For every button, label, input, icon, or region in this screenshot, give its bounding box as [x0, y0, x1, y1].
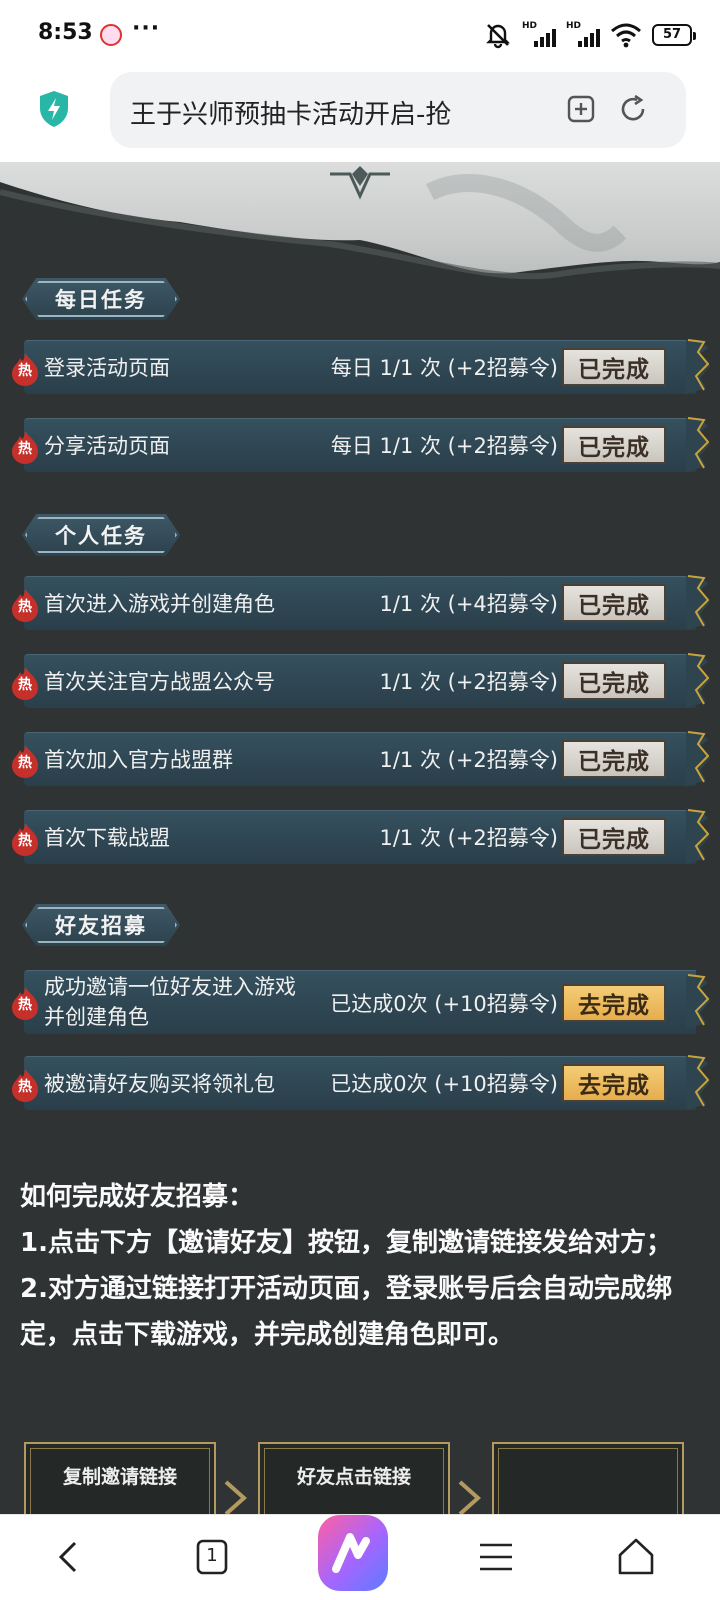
- emblem-ornament: [330, 166, 390, 200]
- task-completed-button[interactable]: 已完成: [562, 740, 666, 778]
- brush-tip-decoration: [686, 653, 710, 708]
- tabs-button[interactable]: 1: [190, 1535, 234, 1579]
- task-row: 热 登录活动页面 每日 1/1 次 (+2招募令) 已完成: [10, 338, 710, 396]
- task-row: 热 分享活动页面 每日 1/1 次 (+2招募令) 已完成: [10, 416, 710, 474]
- howto-title: 如何完成好友招募：: [20, 1182, 255, 1212]
- browser-toolbar: 王于兴师预抽卡活动开启-抢: [0, 70, 720, 162]
- task-progress: 1/1 次 (+4招募令): [379, 592, 559, 616]
- hot-badge-icon: 热: [10, 588, 40, 622]
- brush-tip-decoration: [686, 809, 710, 864]
- section-label-daily: 每日任务: [22, 278, 180, 320]
- task-completed-button[interactable]: 已完成: [562, 662, 666, 700]
- assistant-logo-icon: [332, 1533, 370, 1573]
- task-completed-button[interactable]: 已完成: [562, 348, 666, 386]
- hot-badge-icon: 热: [10, 352, 40, 386]
- brush-tip-decoration: [686, 339, 710, 394]
- back-icon[interactable]: [48, 1535, 92, 1579]
- reload-icon[interactable]: [618, 94, 648, 124]
- hot-badge-icon: 热: [10, 666, 40, 700]
- section-label-personal: 个人任务: [22, 514, 180, 556]
- signal-1-icon: HD: [522, 21, 556, 49]
- hot-badge-icon: 热: [10, 1068, 40, 1102]
- address-bar[interactable]: 王于兴师预抽卡活动开启-抢: [110, 72, 686, 148]
- go-complete-button[interactable]: 去完成: [562, 1064, 666, 1102]
- brush-tip-decoration: [686, 417, 710, 472]
- hot-badge-icon: 热: [10, 744, 40, 778]
- signal-2-icon: HD: [566, 21, 600, 49]
- menu-icon[interactable]: [474, 1535, 518, 1579]
- task-name: 首次进入游戏并创建角色: [44, 592, 275, 616]
- hot-badge-icon: 热: [10, 986, 40, 1020]
- task-progress: 1/1 次 (+2招募令): [379, 826, 559, 850]
- task-name: 被邀请好友购买将领礼包: [44, 1072, 275, 1096]
- ink-banner: [0, 162, 720, 302]
- hot-badge-icon: 热: [10, 822, 40, 856]
- assistant-app-button[interactable]: [318, 1515, 388, 1591]
- mute-bell-icon: [486, 24, 510, 49]
- invite-flow: 复制邀请链接 好友点击链接: [0, 1442, 720, 1514]
- task-row: 热 成功邀请一位好友进入游戏并创建角色 已达成0次 (+10招募令) 去完成: [10, 968, 710, 1036]
- more-notifications-icon: ···: [132, 16, 161, 41]
- task-progress: 1/1 次 (+2招募令): [379, 748, 559, 772]
- task-row: 热 首次关注官方战盟公众号 1/1 次 (+2招募令) 已完成: [10, 652, 710, 710]
- battery-indicator: 57: [652, 24, 696, 46]
- howto-instructions: 如何完成好友招募： 1.点击下方【邀请好友】按钮，复制邀请链接发给对方； 2.对…: [20, 1174, 710, 1358]
- tab-count: 1: [206, 1545, 218, 1566]
- task-name: 登录活动页面: [44, 356, 170, 380]
- task-completed-button[interactable]: 已完成: [562, 818, 666, 856]
- hot-badge-icon: 热: [10, 430, 40, 464]
- wifi-icon: [611, 23, 641, 48]
- task-progress: 1/1 次 (+2招募令): [379, 670, 559, 694]
- friend-click-link-card: 好友点击链接: [258, 1442, 450, 1514]
- reward-card: [492, 1442, 684, 1514]
- task-progress: 每日 1/1 次 (+2招募令): [330, 356, 558, 380]
- browser-navigation-bar: 1: [0, 1514, 720, 1600]
- brush-tip-decoration: [686, 575, 710, 630]
- flow-arrow-icon: [458, 1480, 482, 1514]
- task-completed-button[interactable]: 已完成: [562, 584, 666, 622]
- page-content: 每日任务 热 登录活动页面 每日 1/1 次 (+2招募令) 已完成 热 分享活…: [0, 162, 720, 1514]
- add-bookmark-icon[interactable]: [566, 94, 596, 124]
- task-progress: 已达成0次 (+10招募令): [330, 992, 558, 1016]
- go-complete-button[interactable]: 去完成: [562, 984, 666, 1022]
- home-icon[interactable]: [614, 1535, 658, 1579]
- copy-invite-link-card[interactable]: 复制邀请链接: [24, 1442, 216, 1514]
- howto-step-1: 1.点击下方【邀请好友】按钮，复制邀请链接发给对方；: [20, 1228, 672, 1258]
- task-name: 成功邀请一位好友进入游戏并创建角色: [44, 975, 296, 1029]
- task-row: 热 被邀请好友购买将领礼包 已达成0次 (+10招募令) 去完成: [10, 1054, 710, 1112]
- task-row: 热 首次加入官方战盟群 1/1 次 (+2招募令) 已完成: [10, 730, 710, 788]
- clock: 8:53: [38, 20, 93, 45]
- task-name: 首次关注官方战盟公众号: [44, 670, 275, 694]
- flow-arrow-icon: [224, 1480, 248, 1514]
- brush-tip-decoration: [686, 731, 710, 786]
- status-bar: 8:53 ··· HD HD 57: [0, 0, 720, 70]
- task-name: 首次下载战盟: [44, 826, 170, 850]
- task-row: 热 首次下载战盟 1/1 次 (+2招募令) 已完成: [10, 808, 710, 866]
- task-progress: 已达成0次 (+10招募令): [330, 1072, 558, 1096]
- task-name: 分享活动页面: [44, 434, 170, 458]
- task-name: 首次加入官方战盟群: [44, 748, 233, 772]
- howto-step-2: 2.对方通过链接打开活动页面，登录账号后会自动完成绑定，点击下载游戏，并完成创建…: [20, 1274, 672, 1350]
- section-label-friends: 好友招募: [22, 904, 180, 946]
- task-completed-button[interactable]: 已完成: [562, 426, 666, 464]
- app-notification-icon: [100, 24, 122, 46]
- security-shield-icon[interactable]: [38, 90, 70, 128]
- task-row: 热 首次进入游戏并创建角色 1/1 次 (+4招募令) 已完成: [10, 574, 710, 632]
- task-progress: 每日 1/1 次 (+2招募令): [330, 434, 558, 458]
- brush-tip-decoration: [686, 1055, 710, 1110]
- brush-tip-decoration: [686, 974, 710, 1029]
- page-title[interactable]: 王于兴师预抽卡活动开启-抢: [130, 94, 522, 128]
